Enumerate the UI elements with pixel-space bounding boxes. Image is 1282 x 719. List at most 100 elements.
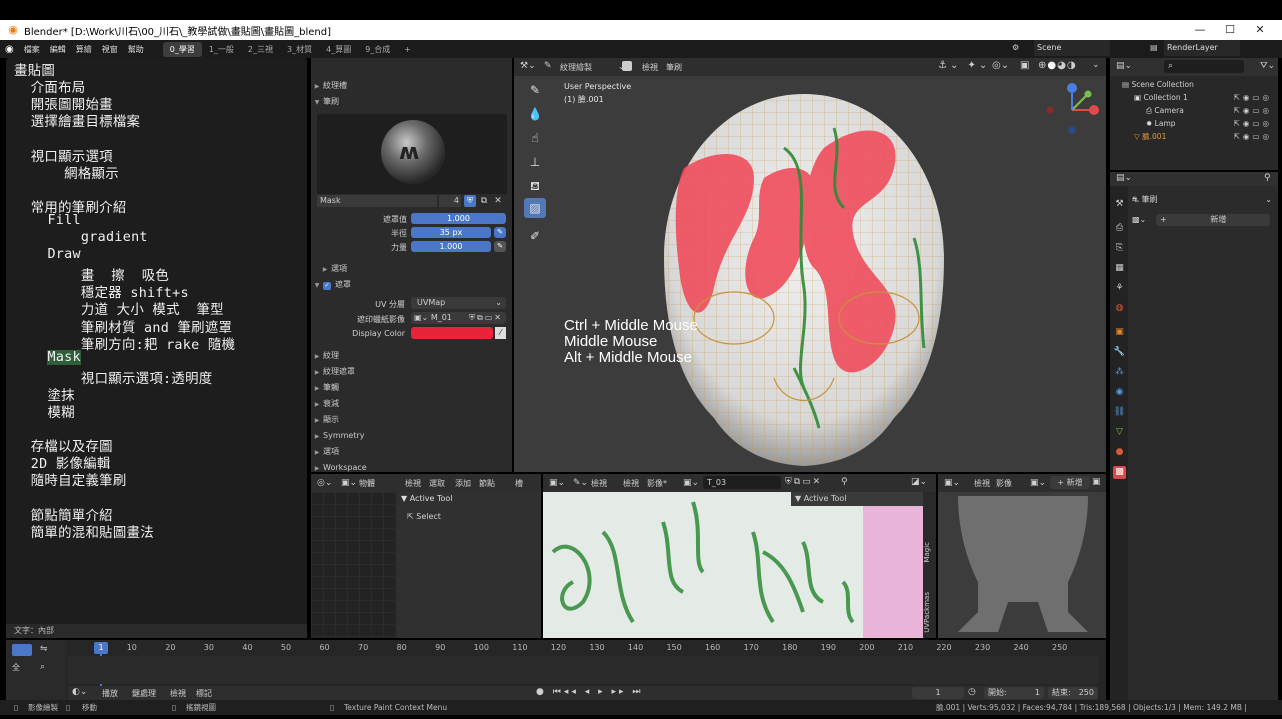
soften-tool-icon[interactable]: 💧: [524, 104, 546, 124]
navigation-gizmo[interactable]: [1042, 80, 1102, 140]
uv-layout[interactable]: [938, 492, 1106, 638]
brush-section[interactable]: ▼ 筆刷: [311, 94, 512, 109]
menu-playback[interactable]: 播放: [102, 688, 118, 699]
image-display-icon[interactable]: ◪⌄: [911, 477, 927, 487]
menu-select[interactable]: 選取: [429, 478, 445, 489]
active-tool-header[interactable]: ▼ Active Tool: [401, 494, 453, 503]
menu-image[interactable]: 影像*: [647, 478, 667, 489]
menu-image[interactable]: 影像: [996, 478, 1012, 489]
unlink-brush-icon[interactable]: ✕: [492, 195, 504, 207]
slot-tab[interactable]: 槽: [515, 478, 523, 489]
workspace-tab-compositing[interactable]: 9_合成: [358, 42, 397, 57]
workspace-tab-general[interactable]: 1_一般: [202, 42, 241, 57]
paint-mode-icon[interactable]: ✎⌄: [573, 478, 588, 488]
object-type-icon[interactable]: ▣⌄: [341, 478, 357, 488]
physics-tab-icon[interactable]: ◉: [1113, 386, 1126, 399]
workspace-tab-three-view[interactable]: 2_三視: [241, 42, 280, 57]
workspace-tab-learn[interactable]: 0_學習: [162, 41, 202, 57]
uv-editor-type-icon[interactable]: ▣⌄: [944, 478, 960, 488]
timeline-ruler[interactable]: 1102030405060708090100110120130140150160…: [68, 642, 1098, 656]
playback-controls-icon[interactable]: ● ⏮◂◂ ◂ ▸ ▸▸ ⏭: [536, 687, 643, 697]
collapsed-section[interactable]: ▶ Symmetry: [311, 428, 512, 443]
node-canvas[interactable]: [311, 492, 395, 638]
fake-user-shield-icon[interactable]: ⛨: [464, 195, 476, 207]
collapsed-section[interactable]: ▶ 筆觸: [311, 380, 512, 395]
blender-menu-icon[interactable]: ◉: [0, 44, 19, 55]
collapsed-section[interactable]: ▶ 紋理: [311, 348, 512, 363]
brush-datablock[interactable]: ⛐ 筆刷 ⌄: [1132, 194, 1272, 206]
image-editor[interactable]: ▣⌄ ✎⌄ 檢視 檢視 影像* ▣⌄ T_03 ⛨⧉▭✕ ⚲ ◪⌄ ▼ Acti…: [543, 474, 936, 638]
strength-pressure-icon[interactable]: ✎: [494, 241, 506, 252]
text-line[interactable]: 選擇繪畫目標檔案: [14, 110, 140, 130]
text-line[interactable]: gradient: [14, 230, 148, 245]
timeline-track[interactable]: [68, 656, 1098, 684]
new-texture-button[interactable]: + 新增: [1156, 214, 1270, 226]
menu-keying[interactable]: 鍵處理: [132, 688, 156, 699]
shading-modes-icon[interactable]: ⊕●◕◑: [1038, 60, 1077, 71]
visibility-toggles-icon[interactable]: ⇱◉▭◎: [1234, 91, 1272, 104]
constraints-tab-icon[interactable]: ⛓: [1113, 406, 1126, 419]
texture-paint-toggle[interactable]: [622, 61, 632, 71]
mode-selector[interactable]: 紋理繪製: [560, 62, 592, 73]
search-icon[interactable]: ⌕: [40, 662, 45, 672]
stencil-image-field[interactable]: ▣⌄ M_01 ⛨⧉▭✕: [411, 312, 506, 324]
visibility-toggles-icon[interactable]: ⇱◉▭◎: [1234, 117, 1272, 130]
collapsed-section[interactable]: ▶ 衰減: [311, 396, 512, 411]
current-frame-field[interactable]: 1: [912, 687, 964, 699]
menu-edit[interactable]: 編輯: [45, 44, 71, 55]
playback-icon[interactable]: ◐⌄: [72, 687, 87, 697]
menu-help[interactable]: 幫助: [123, 44, 149, 55]
texture-canvas[interactable]: [543, 492, 936, 638]
editor-type-icon[interactable]: ⚒⌄: [520, 61, 536, 71]
radius-pressure-icon[interactable]: ✎: [494, 227, 506, 238]
mask-value-field[interactable]: 1.000: [411, 213, 506, 224]
node-editor-type-icon[interactable]: ◎⌄: [317, 478, 332, 488]
start-frame-field[interactable]: 開始: 1: [984, 687, 1044, 699]
clock-icon[interactable]: ◷: [968, 687, 976, 697]
uv-image-editor[interactable]: ▣⌄ 檢視 影像 ▣⌄ + 新增 ▣: [938, 474, 1106, 638]
3d-viewport[interactable]: ⚒⌄ ✎ 紋理繪製 ⌄ 檢視 筆刷 ⚓⌄ ✦⌄ ◎⌄ ▣ ⊕●◕◑ ⌄ ✎ 💧 …: [514, 58, 1106, 472]
pin-icon[interactable]: ⚲: [1264, 173, 1271, 183]
visibility-toggles-icon[interactable]: ⇱◉▭◎: [1234, 104, 1272, 117]
annotate-tool-icon[interactable]: ✐: [524, 226, 546, 246]
text-line[interactable]: Fill: [14, 213, 81, 228]
text-line-highlighted[interactable]: Mask: [14, 349, 81, 365]
text-line[interactable]: Draw: [14, 247, 81, 262]
brush-name-field[interactable]: Mask: [317, 195, 437, 207]
pin-icon[interactable]: ⚲: [841, 477, 848, 487]
material-tab-icon[interactable]: ●: [1113, 446, 1126, 459]
collapsed-section[interactable]: ▶ Workspace: [311, 460, 512, 475]
menu-view[interactable]: 檢視: [623, 478, 639, 489]
tool-tab-icon[interactable]: ⚒: [1113, 198, 1126, 211]
render-layer-selector[interactable]: RenderLayer: [1164, 40, 1240, 56]
add-workspace-button[interactable]: +: [397, 43, 418, 56]
menu-view[interactable]: 檢視: [642, 62, 658, 73]
all-selector[interactable]: 全: [12, 662, 20, 673]
workspace-tab-material[interactable]: 3_材質: [280, 42, 319, 57]
menu-view[interactable]: 檢視: [170, 688, 186, 699]
render-tab-icon[interactable]: ⎙: [1113, 222, 1126, 235]
smear-tool-icon[interactable]: ☝: [524, 128, 546, 148]
eyedropper-icon[interactable]: ⁄: [495, 327, 506, 339]
outliner-item[interactable]: ▣ Collection 1 ⇱◉▭◎: [1110, 91, 1278, 104]
particles-tab-icon[interactable]: ⁂: [1113, 366, 1126, 379]
close-button[interactable]: ✕: [1246, 20, 1274, 40]
outliner-item[interactable]: ▽ 臉.001 ⇱◉▭◎: [1110, 130, 1278, 143]
world-tab-icon[interactable]: ◍: [1113, 302, 1126, 315]
collapsed-section[interactable]: ▶ 紋理遮罩: [311, 364, 512, 379]
properties-type-icon[interactable]: ▤⌄: [1116, 173, 1132, 183]
text-editor[interactable]: 畫貼圖 介面布局 開張圖開始畫 選擇繪畫目標檔案 視口顯示選項 網格顯示 常用的…: [6, 58, 307, 638]
output-tab-icon[interactable]: ⎘: [1113, 242, 1126, 255]
menu-view[interactable]: 檢視: [405, 478, 421, 489]
image-browse-icon[interactable]: ▣⌄: [1030, 478, 1046, 488]
maximize-button[interactable]: ☐: [1216, 20, 1244, 40]
text-line[interactable]: 網格顯示: [14, 162, 119, 182]
current-frame-marker[interactable]: 1: [94, 642, 108, 654]
menu-file[interactable]: 檔案: [19, 44, 45, 55]
image-name-field[interactable]: T_03: [703, 476, 781, 489]
brush-mode-icon[interactable]: ✎: [544, 61, 552, 71]
overlay-toggle-icon[interactable]: ◎⌄: [992, 60, 1009, 71]
mask-checkbox[interactable]: ✓: [323, 282, 331, 290]
visibility-toggles-icon[interactable]: ⇱◉▭◎: [1234, 130, 1272, 143]
outliner-item[interactable]: ⎙ Camera ⇱◉▭◎: [1110, 104, 1278, 117]
